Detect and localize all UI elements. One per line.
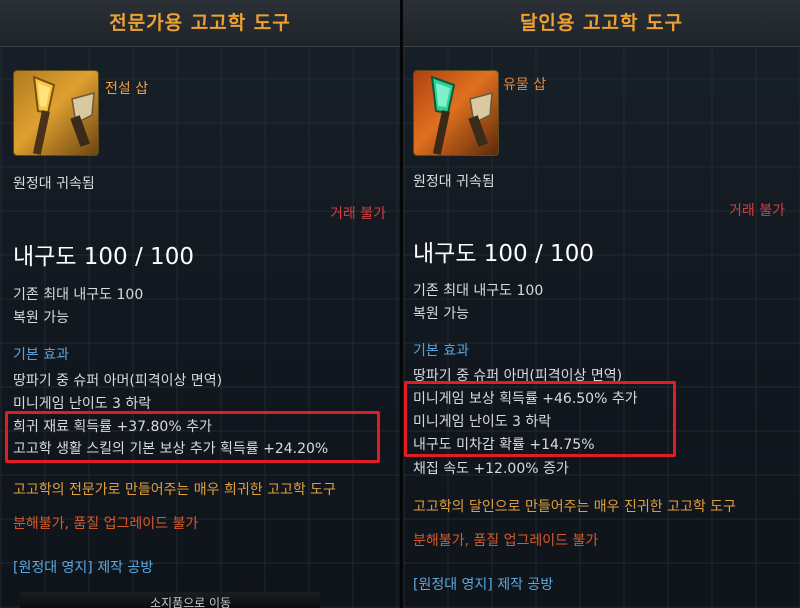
left-effects-label: 기본 효과 <box>13 347 69 363</box>
left-item-name: 전설 삽 <box>105 81 149 97</box>
left-max-durability: 기존 최대 내구도 100 <box>13 287 144 303</box>
right-restriction: 분해불가, 품질 업그레이드 불가 <box>413 533 599 549</box>
left-bind-status: 원정대 귀속됨 <box>13 176 95 192</box>
right-item-description: 고고학의 달인으로 만들어주는 매우 진귀한 고고학 도구 <box>413 499 736 515</box>
right-effect-item: 미니게임 난이도 3 하락 <box>413 414 552 430</box>
move-to-inventory-label[interactable]: 소지품으로 이동 <box>150 594 231 608</box>
green-shovel-icon <box>430 75 493 155</box>
left-restriction: 분해불가, 품질 업그레이드 불가 <box>13 516 199 532</box>
left-durability: 내구도 100 / 100 <box>13 244 194 270</box>
right-durability: 내구도 100 / 100 <box>413 241 594 267</box>
right-effect-item: 내구도 미차감 확률 +14.75% <box>413 437 595 453</box>
right-item-icon-frame <box>413 70 499 156</box>
right-tooltip-title: 달인용 고고학 도구 <box>403 0 800 47</box>
right-effect-item: 미니게임 보상 획득률 +46.50% 추가 <box>413 391 638 407</box>
left-effect-item: 미니게임 난이도 3 하락 <box>13 396 152 412</box>
left-effect-item: 희귀 재료 획득률 +37.80% 추가 <box>13 419 212 435</box>
golden-shovel-icon <box>32 75 95 155</box>
right-trade-status: 거래 불가 <box>729 203 785 219</box>
left-item-description: 고고학의 전문가로 만들어주는 매우 희귀한 고고학 도구 <box>13 482 336 498</box>
left-item-icon-frame <box>13 70 99 156</box>
left-item-tooltip: 전문가용 고고학 도구 전설 삽 원정대 귀속됨 거래 불가 내구도 100 /… <box>0 0 400 608</box>
left-repair-status: 복원 가능 <box>13 310 69 326</box>
left-workshop: [원정대 영지] 제작 공방 <box>13 560 154 576</box>
right-repair-status: 복원 가능 <box>413 306 469 322</box>
right-item-name: 유물 삽 <box>503 77 547 93</box>
right-effect-item: 채집 속도 +12.00% 증가 <box>413 461 569 477</box>
right-item-tooltip: 달인용 고고학 도구 유물 삽 원정대 귀속됨 거래 불가 내구도 100 / … <box>403 0 800 608</box>
right-effects-label: 기본 효과 <box>413 343 469 359</box>
right-max-durability: 기존 최대 내구도 100 <box>413 283 544 299</box>
left-tooltip-title: 전문가용 고고학 도구 <box>0 0 400 47</box>
left-effect-item: 땅파기 중 슈퍼 아머(피격이상 면역) <box>13 373 223 389</box>
right-bind-status: 원정대 귀속됨 <box>413 174 495 190</box>
left-trade-status: 거래 불가 <box>330 206 386 222</box>
right-workshop: [원정대 영지] 제작 공방 <box>413 577 554 593</box>
left-effect-item: 고고학 생활 스킬의 기본 보상 추가 획득률 +24.20% <box>13 441 329 457</box>
